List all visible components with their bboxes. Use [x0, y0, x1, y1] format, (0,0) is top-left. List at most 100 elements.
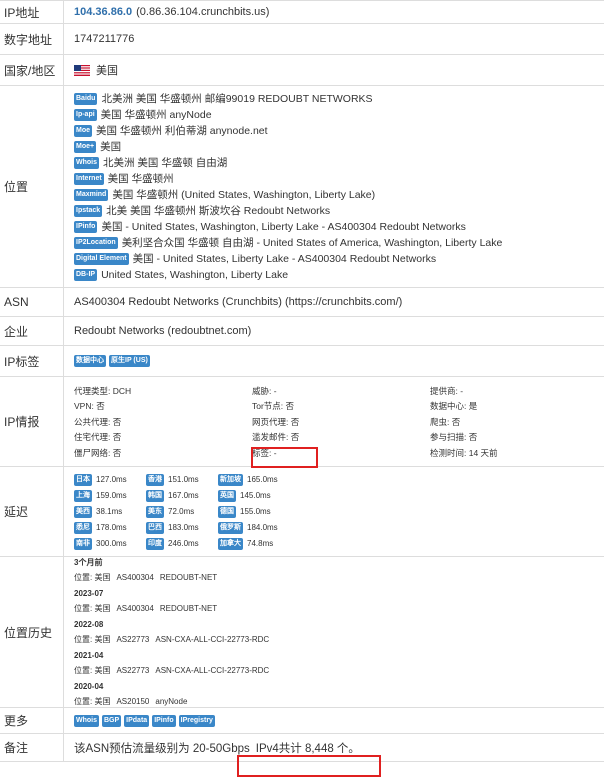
latency-item: 悉尼 178.0ms: [74, 521, 146, 534]
ip-hostname: (0.86.36.104.crunchbits.us): [136, 6, 270, 18]
intel-cell: 提供商: -: [430, 385, 464, 396]
location-item: Moe+ 美国: [74, 139, 502, 155]
company-value: Redoubt Networks (redoubtnet.com): [63, 317, 604, 345]
latency-item: 新加坡 165.0ms: [218, 473, 298, 486]
ip-info-table: IP地址 104.36.86.0 (0.86.36.104.crunchbits…: [0, 0, 604, 777]
location-source-badge: Whois: [74, 156, 99, 169]
latency-region-badge: 上海: [74, 489, 92, 502]
location-item: Maxmind 美国 华盛顿州 (United States, Washingto…: [74, 187, 502, 203]
latency-item: 德国 155.0ms: [218, 505, 298, 518]
location-item: IPinfo 美国 - United States, Washington, Li…: [74, 219, 502, 235]
note-label: 备注: [4, 741, 29, 755]
latency-item: 加拿大 74.8ms: [218, 537, 298, 550]
note-traffic: 该ASN预估流量级别为 20-50Gbps: [74, 742, 250, 755]
more-link-ipdata[interactable]: IPdata: [124, 714, 150, 727]
location-text: 美利坚合众国 华盛顿 自由湖 - United States of Americ…: [121, 237, 503, 249]
history-loc: 位置: 美国: [74, 634, 111, 644]
history-record: 位置: 美国 AS22773 ASN-CXA-ALL-CCI-22773-RDC: [74, 663, 275, 679]
location-item: Moe 美国 华盛顿州 利伯蒂湖 anynode.net: [74, 123, 502, 139]
latency-value: 74.8ms: [247, 539, 274, 548]
ip-link[interactable]: 104.36.86.0: [74, 6, 132, 18]
history-asn: AS400304: [116, 603, 154, 613]
intel-cell: 威胁: -: [252, 385, 277, 396]
location-source-badge: Moe: [74, 124, 92, 137]
more-row: 更多 Whois BGP IPdata IPinfo IPregistry: [0, 708, 604, 734]
latency-region-badge: 印度: [146, 537, 164, 550]
intel-cell: Tor节点: 否: [252, 401, 295, 412]
location-text: 北美 美国 华盛顿州 斯波坎谷 Redoubt Networks: [106, 205, 331, 217]
country-row: 国家/地区 美国: [0, 55, 604, 86]
latency-region-badge: 韩国: [146, 489, 164, 502]
latency-value: 145.0ms: [240, 491, 271, 500]
location-text: 美国 - United States, Washington, Liberty …: [101, 221, 466, 233]
country-label: 国家/地区: [4, 63, 56, 78]
asn-label: ASN: [4, 295, 29, 309]
location-item: DB-IP United States, Washington, Liberty …: [74, 267, 502, 283]
latency-region-badge: 美西: [74, 505, 92, 518]
us-flag-icon: [74, 64, 90, 76]
latency-region-badge: 美东: [146, 505, 164, 518]
location-text: 美国: [100, 141, 122, 153]
location-label: 位置: [4, 180, 29, 194]
ip-row: IP地址 104.36.86.0 (0.86.36.104.crunchbits…: [0, 1, 604, 24]
location-item: Digital Element 美国 - United States, Liber…: [74, 251, 502, 267]
latency-item: 香港 151.0ms: [146, 473, 218, 486]
location-text: 美国 华盛顿州: [107, 173, 174, 185]
intel-cell: 公共代理: 否: [74, 416, 122, 427]
latency-region-badge: 新加坡: [218, 473, 243, 486]
country-value: 美国: [96, 65, 118, 77]
history-asn: AS22773: [116, 634, 150, 644]
latency-region-badge: 日本: [74, 473, 92, 486]
latency-region-badge: 德国: [218, 505, 236, 518]
location-list: Baidu 北美洲 美国 华盛顿州 邮编99019 REDOUBT NETWORK…: [74, 86, 502, 287]
history-row: 位置历史 3个月前 位置: 美国 AS400304 REDOUBT-NET 2023-0…: [0, 557, 604, 708]
history-date: 2021-04: [74, 650, 104, 660]
more-link-ipinfo[interactable]: IPinfo: [152, 714, 176, 727]
latency-value: 151.0ms: [168, 475, 199, 484]
latency-item: 巴西 183.0ms: [146, 521, 218, 534]
latency-value: 184.0ms: [247, 523, 278, 532]
intel-cell: 数据中心: 是: [430, 401, 478, 412]
intel-cell: 参与扫描: 否: [430, 432, 478, 443]
latency-item: 日本 127.0ms: [74, 473, 146, 486]
history-date: 3个月前: [74, 557, 103, 567]
latency-item: 韩国 167.0ms: [146, 489, 218, 502]
history-record: 位置: 美国 AS22773 ASN-CXA-ALL-CCI-22773-RDC: [74, 632, 275, 648]
history-date: 2023-07: [74, 588, 104, 598]
tags-label: IP标签: [4, 354, 40, 369]
latency-item: 美西 38.1ms: [74, 505, 146, 518]
location-text: 美国 华盛顿州 anyNode: [100, 109, 212, 121]
latency-grid: 日本 127.0ms 香港 151.0ms 新加坡 165.0ms 上海 159.0ms 韩国 1…: [74, 473, 298, 550]
numeric-value: 1747211776: [63, 24, 604, 54]
location-row: 位置 Baidu 北美洲 美国 华盛顿州 邮编99019 REDOUBT NETW…: [0, 86, 604, 288]
more-label: 更多: [4, 714, 29, 728]
location-source-badge: Internet: [74, 172, 104, 185]
location-source-badge: Baidu: [74, 92, 98, 105]
history-asn: AS22773: [116, 665, 150, 675]
history-name: REDOUBT-NET: [159, 572, 218, 582]
location-item: Whois 北美洲 美国 华盛顿 自由湖: [74, 155, 502, 171]
latency-value: 155.0ms: [240, 507, 271, 516]
numeric-row: 数字地址 1747211776: [0, 24, 604, 55]
latency-value: 159.0ms: [96, 491, 127, 500]
intel-cell: 爬虫: 否: [430, 416, 461, 427]
latency-region-badge: 南非: [74, 537, 92, 550]
history-asn: AS20150: [116, 696, 150, 706]
intel-cell: 代理类型: DCH: [74, 385, 132, 396]
location-source-badge: Ip-api: [74, 108, 97, 121]
history-loc: 位置: 美国: [74, 603, 111, 613]
history-list: 3个月前位置: 美国 AS400304 REDOUBT-NET 2023-07 位置: …: [74, 555, 275, 710]
latency-row: 延迟 日本 127.0ms 香港 151.0ms 新加坡 165.0ms 上海 159.0ms…: [0, 467, 604, 557]
latency-value: 72.0ms: [168, 507, 195, 516]
location-source-badge: IP2Location: [74, 236, 118, 249]
more-link-ipregistry[interactable]: IPregistry: [178, 714, 215, 727]
more-link-whois[interactable]: Whois: [74, 714, 99, 727]
more-link-bgp[interactable]: BGP: [102, 714, 122, 727]
history-date: 2020-04: [74, 681, 104, 691]
latency-item: 美东 72.0ms: [146, 505, 218, 518]
latency-value: 38.1ms: [96, 507, 123, 516]
location-text: 北美洲 美国 华盛顿 自由湖: [103, 157, 228, 169]
latency-region-badge: 英国: [218, 489, 236, 502]
history-date: 2022-08: [74, 619, 104, 629]
latency-region-badge: 俄罗斯: [218, 521, 243, 534]
